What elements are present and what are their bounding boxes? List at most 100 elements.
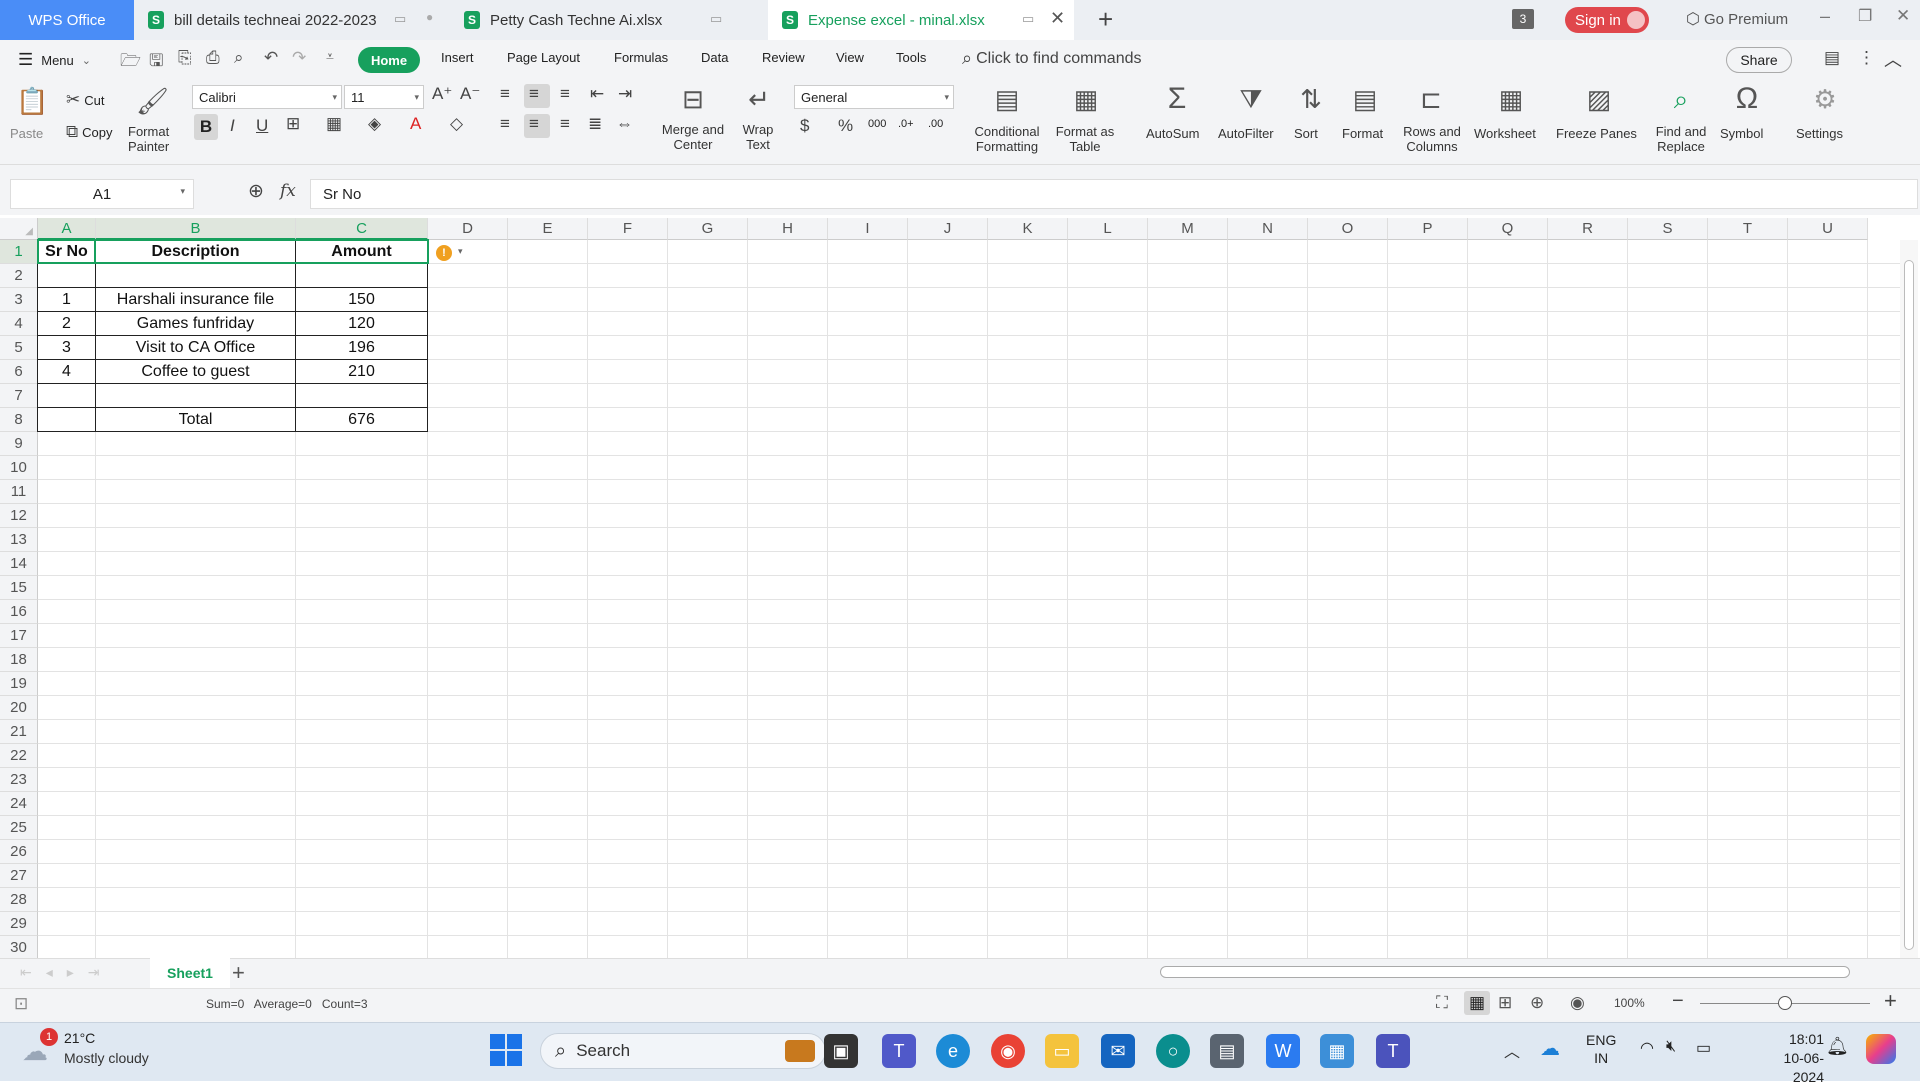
column-header-a[interactable]: A <box>38 218 96 240</box>
row-header-23[interactable]: 23 <box>0 768 38 792</box>
file-tab-bill-details[interactable]: S bill details techneai 2022-2023 ▭ ● <box>134 0 450 40</box>
align-left-icon[interactable]: ≡ <box>500 114 510 134</box>
autofilter-button[interactable]: AutoFilter <box>1218 126 1274 141</box>
sigma-icon[interactable]: Σ <box>1160 82 1194 116</box>
notification-icon[interactable]: 🔔︎ <box>1826 1036 1849 1057</box>
collapse-ribbon-icon[interactable]: ︿ <box>1884 46 1902 72</box>
tab-home[interactable]: Home <box>358 47 420 73</box>
close-window-icon[interactable]: ✕ <box>1896 6 1910 26</box>
save-icon[interactable]: 🖫 <box>149 48 163 77</box>
window-count-badge[interactable]: 3 <box>1512 9 1534 29</box>
column-header-f[interactable]: F <box>588 218 668 240</box>
table-cell[interactable]: 2 <box>37 311 96 336</box>
table-cell[interactable] <box>37 263 96 288</box>
wps-icon[interactable]: W <box>1266 1034 1300 1068</box>
battery-icon[interactable]: ▭ <box>1696 1038 1711 1058</box>
wps-office-tab[interactable]: WPS Office <box>0 0 134 40</box>
row-header-16[interactable]: 16 <box>0 600 38 624</box>
italic-button[interactable]: I <box>230 116 235 136</box>
row-header-30[interactable]: 30 <box>0 936 38 960</box>
row-header-19[interactable]: 19 <box>0 672 38 696</box>
column-header-m[interactable]: M <box>1148 218 1228 240</box>
worksheet-icon[interactable]: ▦ <box>1494 84 1528 115</box>
column-header-d[interactable]: D <box>428 218 508 240</box>
teams-new-icon[interactable]: T <box>1376 1034 1410 1068</box>
table-cell[interactable]: 210 <box>295 359 428 384</box>
formula-input[interactable]: Sr No <box>310 179 1918 209</box>
row-header-18[interactable]: 18 <box>0 648 38 672</box>
rows-columns-icon[interactable]: ⊏ <box>1414 84 1448 115</box>
symbol-button[interactable]: Symbol <box>1720 126 1763 141</box>
find-icon[interactable]: ⌕ <box>1664 84 1698 116</box>
main-menu-button[interactable]: ☰ Menu ⌄ <box>18 50 91 70</box>
column-header-u[interactable]: U <box>1788 218 1868 240</box>
table-cell[interactable] <box>95 383 296 408</box>
column-header-k[interactable]: K <box>988 218 1068 240</box>
speaker-muted-icon[interactable]: 🔇︎ <box>1666 1038 1676 1056</box>
table-cell[interactable]: Harshali insurance file <box>95 287 296 312</box>
cortana-icon[interactable]: ○ <box>1156 1034 1190 1068</box>
table-cell[interactable]: Coffee to guest <box>95 359 296 384</box>
comment-icon[interactable]: ▤ <box>1824 48 1840 68</box>
table-cell[interactable] <box>295 383 428 408</box>
close-tab-icon[interactable]: ✕ <box>1050 8 1065 29</box>
start-button[interactable] <box>490 1034 522 1066</box>
eye-protection-icon[interactable]: ◉ <box>1570 993 1585 1013</box>
merge-center-button[interactable]: Merge and Center <box>659 122 727 152</box>
row-header-8[interactable]: 8 <box>0 408 38 432</box>
horizontal-scrollbar[interactable] <box>1140 962 1880 982</box>
file-tab-expense-excel[interactable]: S Expense excel - minal.xlsx ▭ ✕ <box>768 0 1074 40</box>
format-as-table-button[interactable]: Format as Table <box>1052 124 1118 154</box>
undo-icon[interactable]: ↶ <box>264 48 278 68</box>
borders-icon[interactable]: ⊞ <box>286 114 300 134</box>
task-view-icon[interactable]: ▣ <box>824 1034 858 1068</box>
tab-review[interactable]: Review <box>762 50 805 65</box>
table-cell[interactable] <box>37 383 96 408</box>
sort-icon[interactable]: ⇅ <box>1296 84 1326 115</box>
freeze-panes-icon[interactable]: ▨ <box>1582 84 1616 115</box>
thousands-icon[interactable]: 000 <box>868 118 886 130</box>
increase-indent-icon[interactable]: ⇥ <box>618 84 632 104</box>
merge-center-icon[interactable]: ⊟ <box>676 84 710 115</box>
vertical-scrollbar[interactable] <box>1900 240 1918 958</box>
row-header-2[interactable]: 2 <box>0 264 38 288</box>
tab-data[interactable]: Data <box>701 50 728 65</box>
row-header-5[interactable]: 5 <box>0 336 38 360</box>
tab-tools[interactable]: Tools <box>896 50 926 65</box>
zoom-out-icon[interactable]: − <box>1672 990 1684 1013</box>
table-cell[interactable]: Total <box>95 407 296 432</box>
column-header-c[interactable]: C <box>296 218 428 240</box>
column-header-r[interactable]: R <box>1548 218 1628 240</box>
tab-formulas[interactable]: Formulas <box>614 50 668 65</box>
taskbar-search[interactable]: ⌕ Search <box>540 1033 826 1069</box>
column-header-i[interactable]: I <box>828 218 908 240</box>
zoom-in-icon[interactable]: + <box>1884 988 1897 1014</box>
row-header-9[interactable]: 9 <box>0 432 38 456</box>
new-tab-icon[interactable]: + <box>1098 4 1113 35</box>
align-right-icon[interactable]: ≡ <box>560 114 570 134</box>
row-header-21[interactable]: 21 <box>0 720 38 744</box>
filter-icon[interactable]: ⧩ <box>1234 84 1268 116</box>
fullscreen-icon[interactable]: ⛶ <box>1436 993 1448 1013</box>
open-file-icon[interactable]: 🗁 <box>120 48 141 77</box>
column-header-t[interactable]: T <box>1708 218 1788 240</box>
zoom-formula-icon[interactable]: ⊕ <box>248 180 264 203</box>
mail-icon[interactable]: ✉ <box>1101 1034 1135 1068</box>
tab-insert[interactable]: Insert <box>441 50 474 65</box>
edge-icon[interactable]: e <box>936 1034 970 1068</box>
macro-icon[interactable]: ⊡ <box>14 994 28 1014</box>
export-icon[interactable]: ⎘ <box>178 48 192 68</box>
wifi-icon[interactable]: ◠ <box>1640 1038 1654 1058</box>
file-explorer-icon[interactable]: ▭ <box>1045 1034 1079 1068</box>
settings-button[interactable]: Settings <box>1796 126 1843 141</box>
distributed-icon[interactable]: ⇔ <box>616 114 633 134</box>
table-cell[interactable]: 4 <box>37 359 96 384</box>
number-format-select[interactable]: General ▾ <box>794 85 954 109</box>
row-header-24[interactable]: 24 <box>0 792 38 816</box>
zoom-level[interactable]: 100% <box>1614 996 1645 1010</box>
align-top-icon[interactable]: ≡ <box>500 84 510 104</box>
language-indicator[interactable]: ENG IN <box>1586 1031 1616 1067</box>
column-header-b[interactable]: B <box>96 218 296 240</box>
row-header-22[interactable]: 22 <box>0 744 38 768</box>
column-header-e[interactable]: E <box>508 218 588 240</box>
